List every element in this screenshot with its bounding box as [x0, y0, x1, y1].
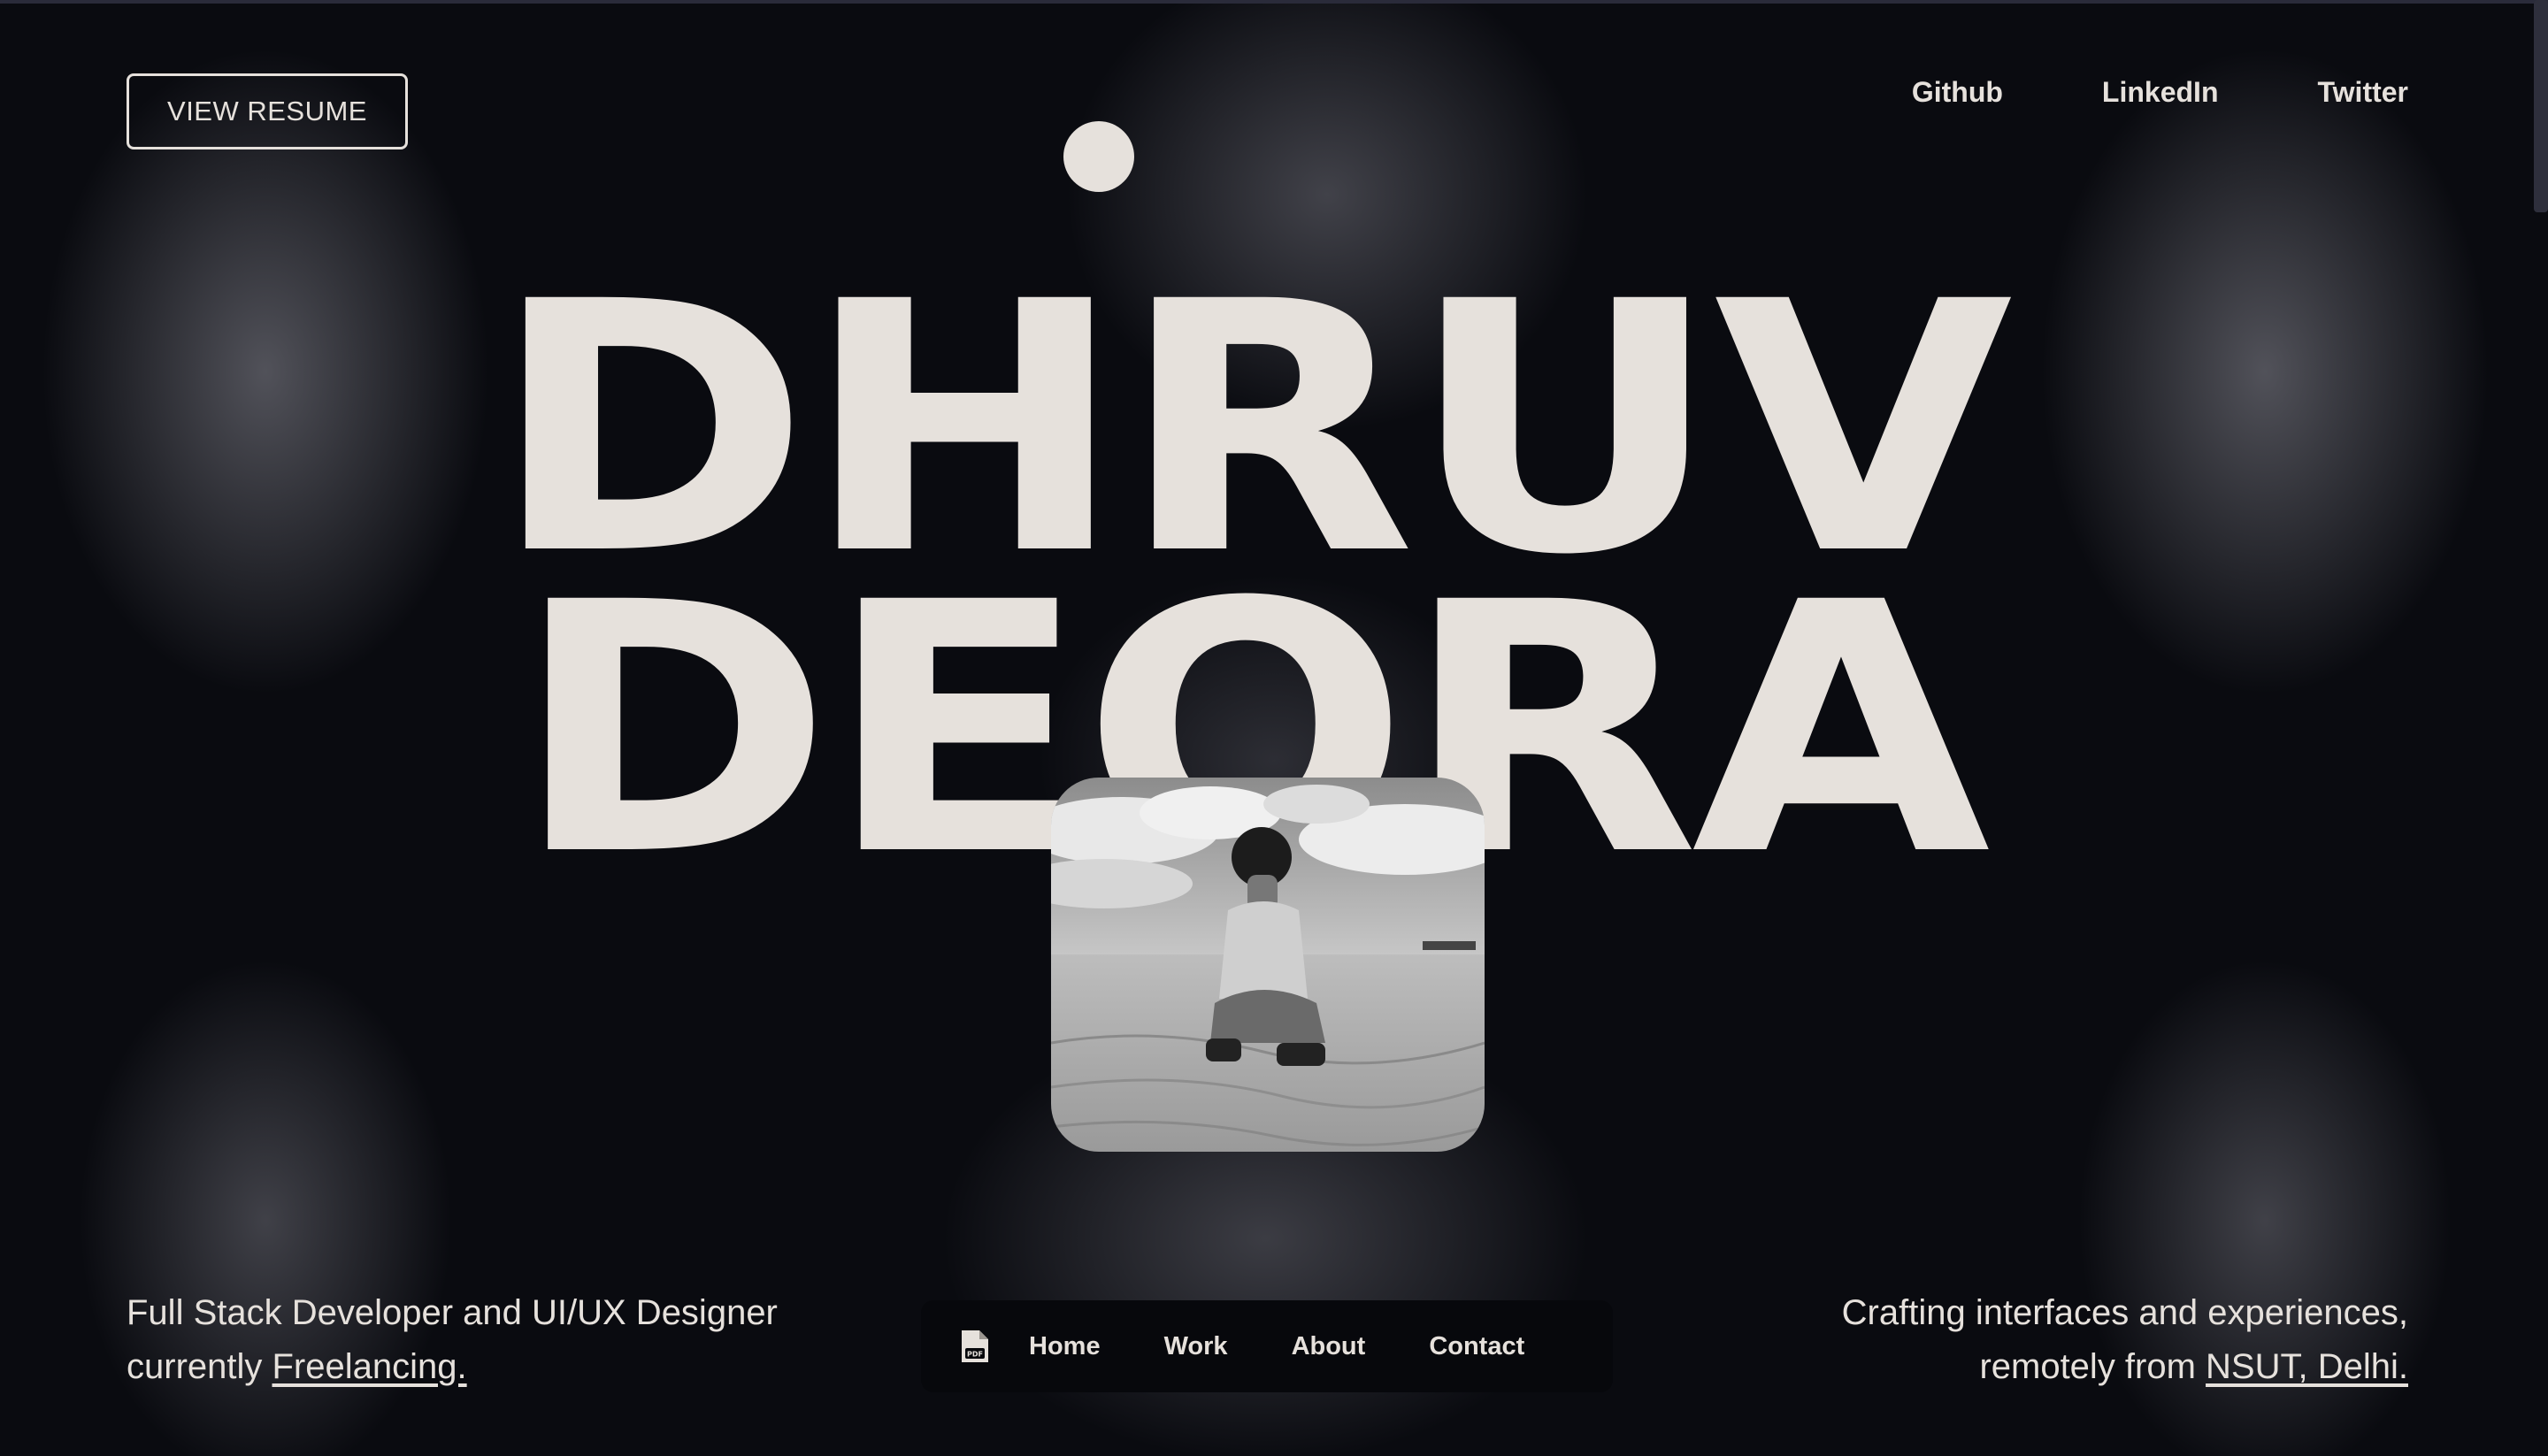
svg-text:PDF: PDF — [967, 1351, 983, 1359]
pdf-file-icon[interactable]: PDF — [960, 1329, 990, 1364]
location-prefix: remotely from — [1979, 1347, 2206, 1386]
nav-home[interactable]: Home — [1029, 1332, 1101, 1361]
profile-photo-image — [1051, 778, 1485, 1152]
status-line: currently Freelancing. — [127, 1340, 778, 1394]
github-link[interactable]: Github — [1912, 76, 2003, 109]
nav-work[interactable]: Work — [1164, 1332, 1228, 1361]
twitter-link[interactable]: Twitter — [2317, 76, 2408, 109]
social-nav: Github LinkedIn Twitter — [1912, 76, 2408, 109]
view-resume-button[interactable]: VIEW RESUME — [127, 73, 408, 149]
nav-about[interactable]: About — [1292, 1332, 1366, 1361]
freelancing-link[interactable]: Freelancing. — [272, 1347, 467, 1386]
intro-left: Full Stack Developer and UI/UX Designer … — [127, 1286, 778, 1394]
nav-contact[interactable]: Contact — [1429, 1332, 1524, 1361]
role-text: Full Stack Developer and UI/UX Designer — [127, 1293, 778, 1332]
intro-right: Crafting interfaces and experiences, rem… — [1842, 1286, 2408, 1394]
top-edge — [0, 0, 2548, 4]
location-line: remotely from NSUT, Delhi. — [1842, 1340, 2408, 1394]
profile-photo — [1051, 778, 1485, 1152]
nsut-delhi-link[interactable]: NSUT, Delhi. — [2206, 1347, 2408, 1386]
linkedin-link[interactable]: LinkedIn — [2102, 76, 2219, 109]
scrollbar-thumb[interactable] — [2534, 0, 2548, 212]
decorative-dot — [1063, 121, 1134, 192]
crafting-text: Crafting interfaces and experiences, — [1841, 1293, 2408, 1332]
status-prefix: currently — [127, 1347, 272, 1386]
bottom-dock-nav: PDF Home Work About Contact — [921, 1300, 1613, 1392]
